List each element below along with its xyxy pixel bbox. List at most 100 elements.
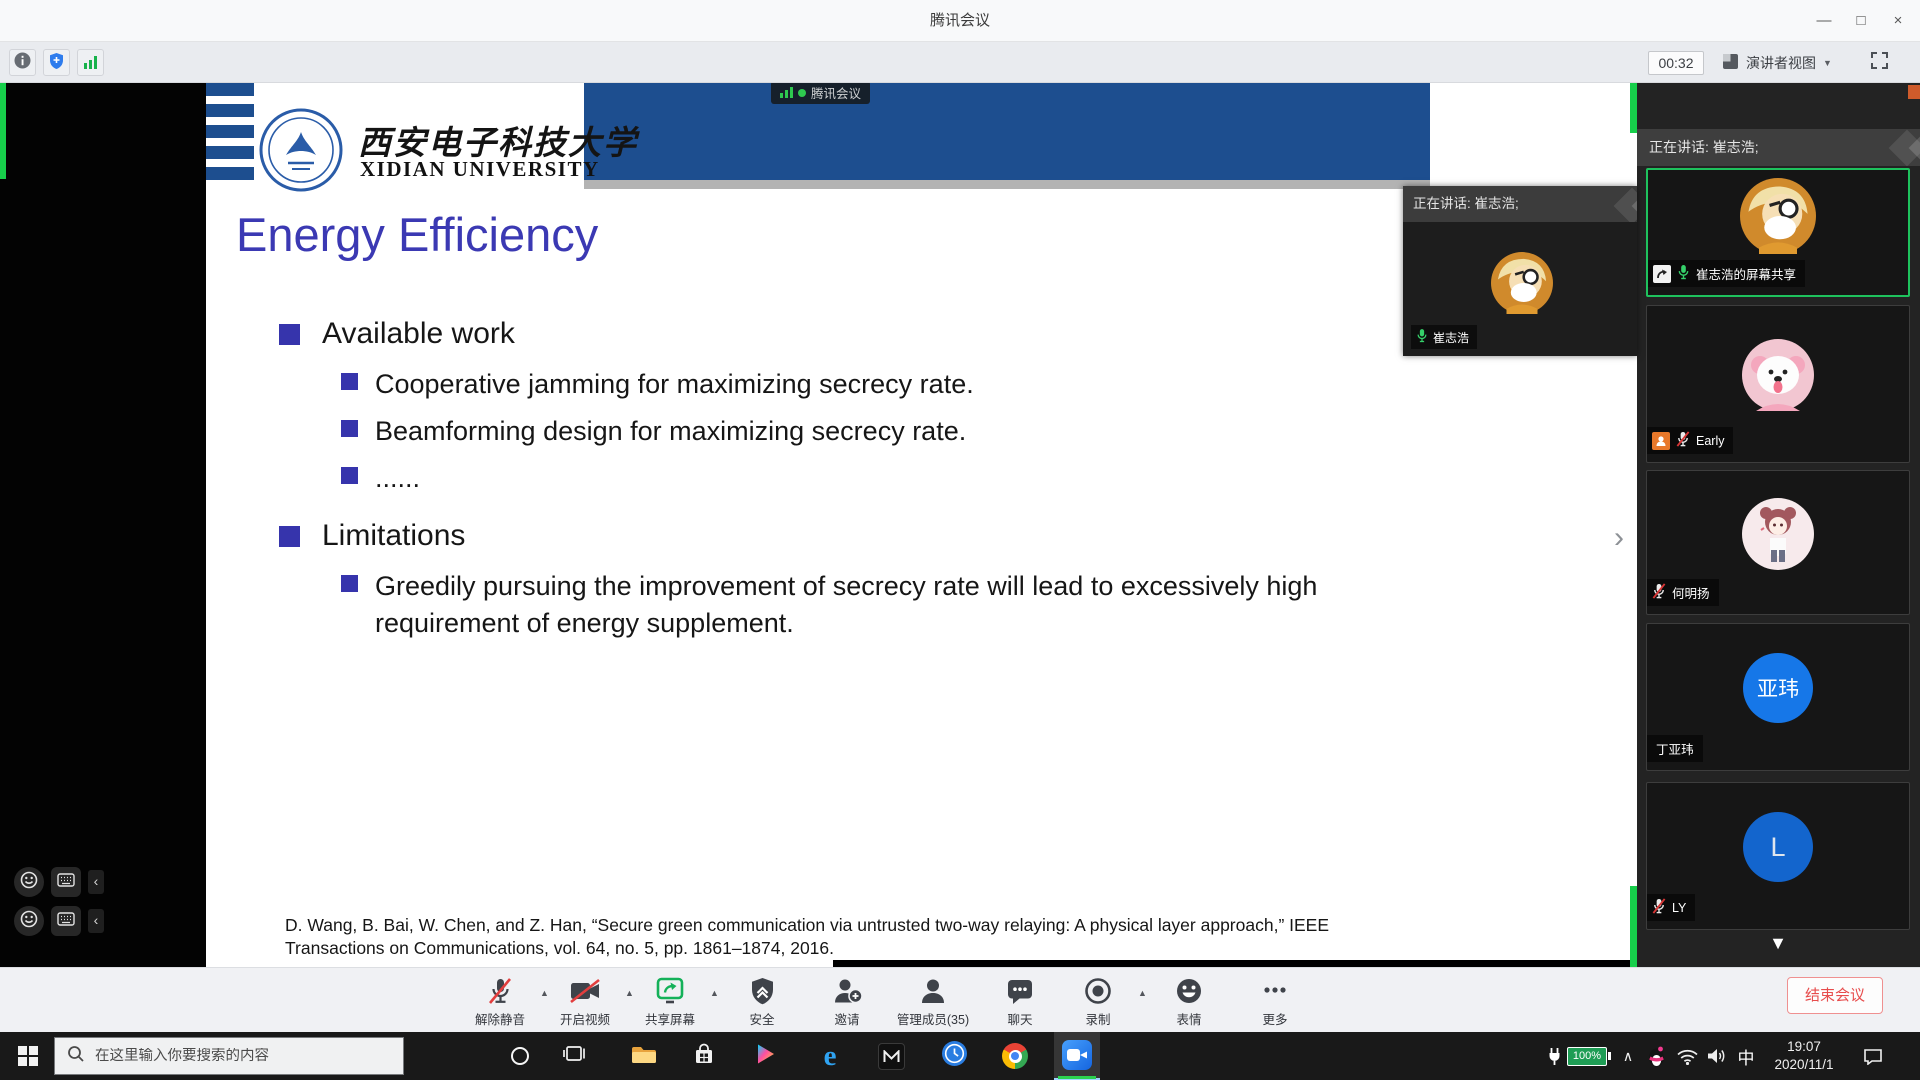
avatar bbox=[1742, 339, 1814, 411]
collapse-left-chevron[interactable]: ‹ bbox=[88, 909, 104, 933]
security-status-button[interactable] bbox=[43, 49, 70, 76]
keyboard-icon bbox=[57, 912, 75, 931]
meeting-toolbar: 解除静音 ▲ 开启视频 ▲ 共享屏幕 ▲ 安全 邀请 管理成员(35) bbox=[0, 967, 1920, 1032]
windows-logo-icon bbox=[18, 1046, 38, 1066]
participant-tile-cuizhihao[interactable]: 崔志浩的屏幕共享 bbox=[1646, 168, 1910, 297]
share-border-right-top bbox=[1630, 83, 1637, 133]
bullet-item: Cooperative jamming for maximizing secre… bbox=[375, 366, 974, 403]
slide-section-available-work: Available work Cooperative jamming for m… bbox=[279, 317, 1489, 507]
ime-indicator[interactable]: 中 bbox=[1731, 1032, 1761, 1080]
participant-name: LY bbox=[1672, 901, 1686, 915]
active-speaker-text: 正在讲话: 崔志浩; bbox=[1413, 196, 1519, 211]
participant-label: 丁亚玮 bbox=[1647, 735, 1703, 762]
share-border-left bbox=[0, 83, 6, 179]
close-button[interactable]: × bbox=[1879, 6, 1917, 36]
university-seal-logo bbox=[258, 107, 344, 198]
participant-name: Early bbox=[1696, 434, 1724, 448]
network-quality-button[interactable] bbox=[77, 49, 104, 76]
participants-sidebar: 正在讲话: 崔志浩; 崔志浩的屏幕共享 Ea bbox=[1637, 83, 1920, 967]
minimize-button[interactable]: — bbox=[1805, 6, 1843, 36]
bullet-item: ...... bbox=[375, 460, 420, 497]
action-center-button[interactable] bbox=[1856, 1032, 1890, 1080]
search-input[interactable] bbox=[95, 1048, 385, 1064]
cortana-circle-icon bbox=[511, 1047, 529, 1065]
participant-name: 崔志浩的屏幕共享 bbox=[1696, 264, 1796, 283]
speaker-name: 崔志浩 bbox=[1433, 329, 1469, 346]
m-app-button[interactable] bbox=[868, 1032, 914, 1080]
start-button[interactable] bbox=[5, 1032, 51, 1080]
slide-banner-bar bbox=[584, 83, 1430, 180]
windows-taskbar: e 100% ∧ 中 19:07 2020/11/1 bbox=[0, 1032, 1920, 1080]
smiley-icon bbox=[20, 910, 38, 933]
participant-tile-ly[interactable]: L LY bbox=[1646, 782, 1910, 930]
keyboard-button[interactable] bbox=[51, 867, 81, 897]
collapse-left-chevron[interactable]: ‹ bbox=[88, 870, 104, 894]
mic-muted-icon bbox=[1652, 583, 1666, 602]
window-titlebar: 腾讯会议 — □ × bbox=[0, 0, 1920, 42]
cortana-button[interactable] bbox=[497, 1032, 543, 1080]
meeting-active-underline bbox=[1058, 1076, 1096, 1079]
sidebar-speaking-text: 正在讲话: 崔志浩; bbox=[1649, 139, 1759, 155]
bullet-item: Beamforming design for maximizing secrec… bbox=[375, 413, 966, 450]
participant-name: 丁亚玮 bbox=[1656, 739, 1694, 758]
mic-muted-icon bbox=[1652, 898, 1666, 917]
end-meeting-button[interactable]: 结束会议 bbox=[1787, 977, 1883, 1014]
sidebar-collapse-chevron[interactable]: › bbox=[1614, 521, 1624, 555]
speaker-name-badge: 崔志浩 bbox=[1411, 325, 1477, 349]
participant-tile-hemingyang[interactable]: 何明扬 bbox=[1646, 470, 1910, 615]
avatar bbox=[1740, 178, 1816, 254]
volume-icon[interactable] bbox=[1702, 1032, 1730, 1080]
tencent-meeting-icon bbox=[1062, 1040, 1092, 1070]
active-speaker-overlay[interactable]: 正在讲话: 崔志浩; 崔志浩 bbox=[1403, 186, 1637, 356]
taskbar-search[interactable] bbox=[54, 1037, 404, 1075]
participant-label: LY bbox=[1647, 894, 1695, 921]
bullet-square-icon bbox=[341, 420, 358, 437]
meeting-timer: 00:32 bbox=[1648, 51, 1704, 75]
screen-share-icon bbox=[1653, 265, 1671, 283]
meeting-info-button[interactable] bbox=[9, 49, 36, 76]
shield-plus-icon bbox=[49, 52, 64, 74]
tencent-meeting-app-button[interactable] bbox=[1054, 1032, 1100, 1080]
participant-tile-early[interactable]: Early bbox=[1646, 305, 1910, 463]
view-mode-button[interactable]: 演讲者视图 ▼ bbox=[1716, 49, 1838, 77]
folder-icon bbox=[630, 1043, 656, 1070]
participant-label: 崔志浩的屏幕共享 bbox=[1648, 260, 1805, 287]
slide-reference: D. Wang, B. Bai, W. Chen, and Z. Han, “S… bbox=[285, 914, 1395, 961]
university-name-en: XIDIAN UNIVERSITY bbox=[360, 157, 600, 182]
sidebar-scroll-accent bbox=[1908, 85, 1920, 99]
qq-tray-icon[interactable] bbox=[1643, 1032, 1669, 1080]
share-app-name: 腾讯会议 bbox=[811, 83, 861, 102]
more-button[interactable]: 更多 bbox=[1220, 975, 1330, 1028]
active-speaker-video: 崔志浩 bbox=[1403, 222, 1637, 356]
tray-expand-chevron[interactable]: ∧ bbox=[1615, 1032, 1641, 1080]
edge-icon: e bbox=[824, 1040, 837, 1073]
share-status-pill: 腾讯会议 bbox=[771, 81, 870, 104]
wifi-icon[interactable] bbox=[1673, 1032, 1701, 1080]
media-app-button[interactable] bbox=[742, 1032, 788, 1080]
maximize-button[interactable]: □ bbox=[1842, 6, 1880, 36]
slide-section-limitations: Limitations Greedily pursuing the improv… bbox=[279, 519, 1489, 652]
chrome-button[interactable] bbox=[992, 1032, 1038, 1080]
quick-reaction-row: ‹ bbox=[14, 867, 104, 897]
keyboard-button[interactable] bbox=[51, 906, 81, 936]
taskbar-clock[interactable]: 19:07 2020/11/1 bbox=[1762, 1032, 1846, 1080]
clock-app-button[interactable] bbox=[931, 1032, 977, 1080]
section-heading: Available work bbox=[322, 317, 515, 351]
signal-bars-icon bbox=[780, 87, 793, 98]
microsoft-store-button[interactable] bbox=[681, 1032, 727, 1080]
active-speaker-header: 正在讲话: 崔志浩; bbox=[1403, 186, 1637, 222]
file-explorer-button[interactable] bbox=[620, 1032, 666, 1080]
emoji-button[interactable] bbox=[14, 867, 44, 897]
slide-banner-stripes bbox=[206, 83, 254, 185]
edge-button[interactable]: e bbox=[807, 1032, 853, 1080]
battery-indicator[interactable]: 100% bbox=[1566, 1032, 1612, 1080]
sidebar-speaking-header: 正在讲话: 崔志浩; bbox=[1637, 129, 1920, 166]
power-plug-icon bbox=[1543, 1032, 1565, 1080]
scroll-down-arrow[interactable]: ▼ bbox=[1755, 933, 1801, 954]
participant-tile-dingyawei[interactable]: 亚玮 丁亚玮 bbox=[1646, 623, 1910, 771]
task-view-button[interactable] bbox=[552, 1032, 598, 1080]
emoji-button[interactable] bbox=[14, 906, 44, 936]
fullscreen-icon bbox=[1869, 50, 1890, 76]
fullscreen-button[interactable] bbox=[1866, 50, 1892, 76]
bullet-square-icon bbox=[341, 467, 358, 484]
